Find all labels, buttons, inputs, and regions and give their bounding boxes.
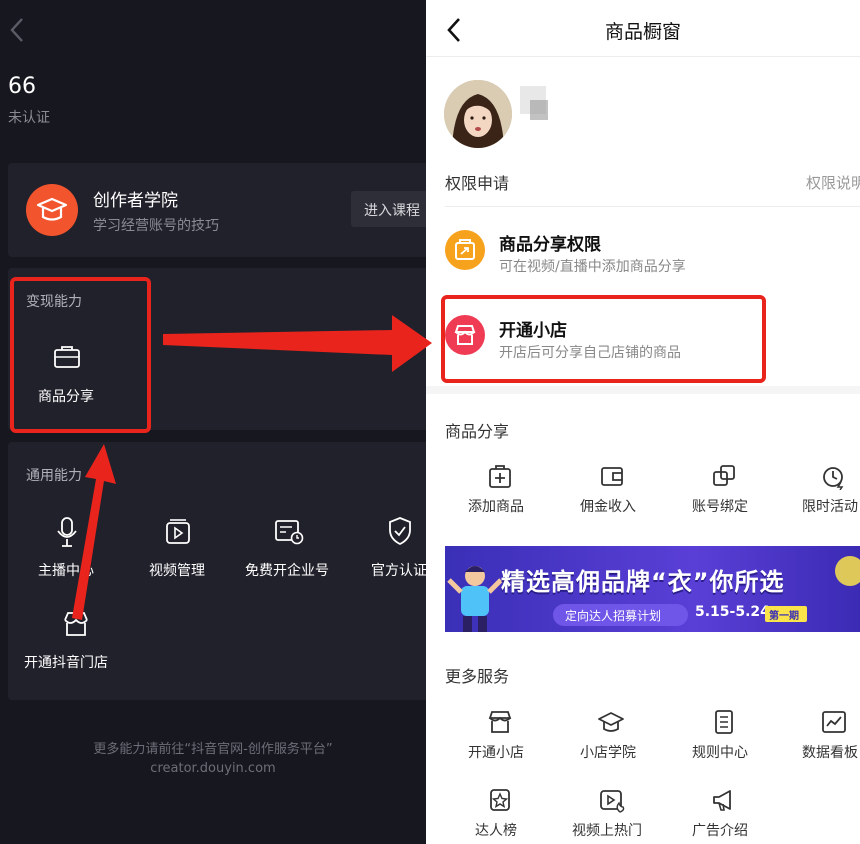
- arrow-right: [163, 315, 432, 372]
- arrow-up: [72, 444, 116, 620]
- annotation-arrows: [72, 315, 432, 620]
